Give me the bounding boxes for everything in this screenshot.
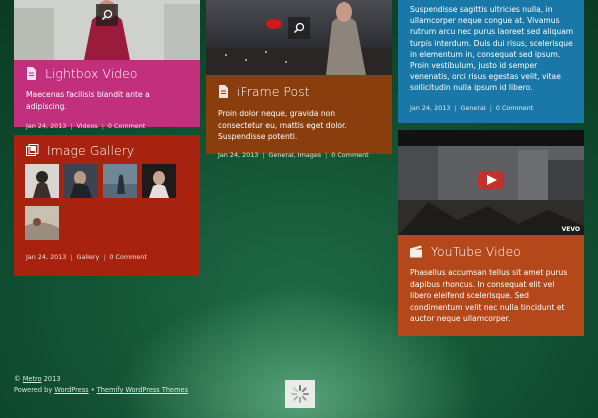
post-card-image-gallery: Image Gallery Jan 24, 2013 | Gallery | 0 Com…: [14, 135, 200, 276]
post-comments-link[interactable]: 0 Comment: [496, 104, 533, 112]
post-date: Jan 24, 2013: [218, 150, 259, 159]
post-card-text: Suspendisse sagittis ultricies nulla, in…: [398, 0, 584, 123]
post-title: Image Gallery: [26, 143, 134, 158]
post-date: Jan 24, 2013: [410, 104, 451, 112]
post-title-link[interactable]: YouTube Video: [431, 244, 521, 259]
thumb-image: [25, 206, 59, 240]
post-meta: Jan 24, 2013 | Videos | 0 Comment: [26, 122, 146, 131]
post-card-lightbox-video: Lightbox Video Maecenas facilisis blandi…: [14, 0, 200, 131]
post-image-iframe[interactable]: [206, 0, 392, 75]
gallery-thumb[interactable]: [142, 164, 176, 198]
thumb-image: [142, 164, 176, 198]
wordpress-link[interactable]: WordPress: [54, 386, 88, 394]
post-card-iframe-post: iFrame Post Proin dolor neque, gravida n…: [206, 0, 392, 159]
post-comments-link[interactable]: 0 Comment: [109, 253, 146, 261]
post-title: iFrame Post: [218, 84, 380, 99]
post-meta: Jan 24, 2013 | Gallery | 0 Comment: [26, 253, 147, 261]
post-excerpt: Suspendisse sagittis ultricies nulla, in…: [410, 5, 574, 93]
thumb-image: [103, 164, 137, 198]
post-title: YouTube Video: [410, 244, 572, 259]
video-thumbnail: [398, 130, 584, 235]
post-excerpt: Proin dolor neque, gravida non consectet…: [218, 109, 347, 142]
site-link[interactable]: Metro: [23, 375, 42, 383]
loading-indicator: [285, 380, 315, 408]
post-date: Jan 24, 2013: [26, 122, 67, 131]
thumb-image: [25, 164, 59, 198]
spinner-icon: [291, 385, 309, 403]
post-meta: Jan 24, 2013 | General | 0 Comment: [410, 104, 534, 112]
document-icon: [219, 85, 228, 98]
gallery-thumb[interactable]: [103, 164, 137, 198]
post-title-link[interactable]: Image Gallery: [47, 143, 134, 158]
gallery-thumb[interactable]: [25, 206, 59, 240]
site-footer: © Metro 2013 Powered by WordPress • Them…: [14, 374, 188, 396]
post-comments-link[interactable]: 0 Comment: [108, 122, 145, 130]
zoom-button[interactable]: [96, 4, 118, 26]
post-excerpt: Phasellus accumsan tellus sit amet purus…: [410, 268, 568, 324]
themify-link[interactable]: Themify WordPress Themes: [97, 386, 188, 394]
post-title-link[interactable]: Lightbox Video: [45, 66, 137, 81]
magnifier-icon: [101, 9, 113, 21]
post-category-link[interactable]: General: [461, 104, 486, 112]
copyright-line: © Metro 2013: [14, 375, 61, 383]
zoom-button[interactable]: [288, 17, 310, 39]
video-camera-icon: [410, 245, 422, 258]
post-comments-link[interactable]: 0 Comment: [331, 151, 368, 159]
gallery-thumb[interactable]: [64, 164, 98, 198]
post-category-link[interactable]: Gallery: [77, 253, 100, 261]
post-date: Jan 24, 2013: [26, 253, 67, 261]
post-image-lightbox[interactable]: [14, 0, 200, 60]
post-meta: Jan 24, 2013 | General, Images | 0 Comment: [218, 150, 369, 159]
powered-by-line: Powered by WordPress • Themify WordPress…: [14, 386, 189, 394]
document-icon: [27, 67, 36, 80]
gallery-thumb[interactable]: [25, 164, 59, 198]
post-title-link[interactable]: iFrame Post: [237, 84, 310, 99]
post-excerpt: Maecenas facilisis blandit ante a adipis…: [26, 90, 150, 111]
thumb-image: [64, 164, 98, 198]
magnifier-icon: [293, 22, 305, 34]
post-title: Lightbox Video: [26, 66, 188, 81]
post-category-link[interactable]: General, Images: [269, 151, 322, 159]
video-watermark: VEVO: [561, 226, 580, 233]
gallery-icon: [26, 144, 39, 156]
video-player[interactable]: VEVO: [398, 130, 584, 235]
post-card-youtube-video: VEVO YouTube Video Phasellus accumsan te…: [398, 130, 584, 336]
post-category-link[interactable]: Videos: [77, 122, 98, 130]
